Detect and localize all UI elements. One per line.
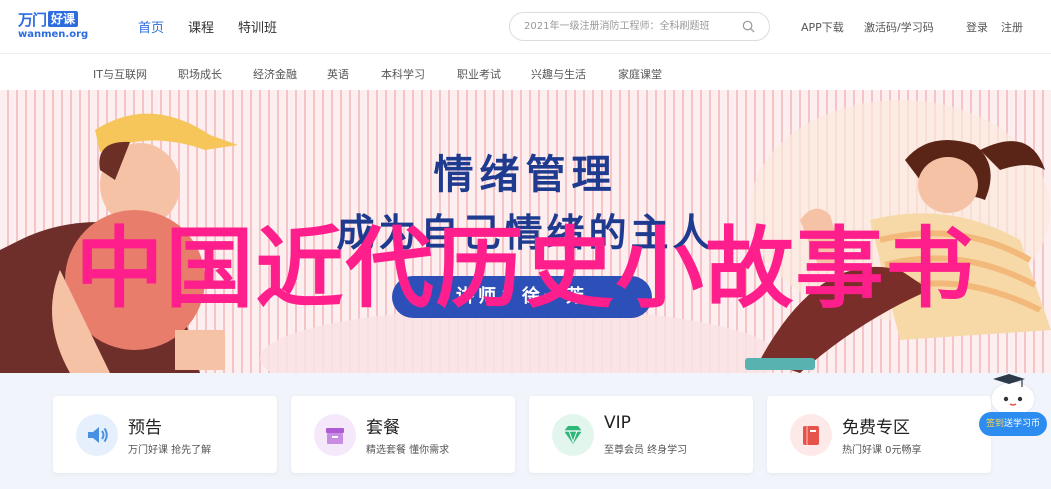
top-header: 万门 好课 wanmen.org 首页 课程 特训班 APP下载 激活码/学习码…: [0, 0, 1051, 54]
card-icon-wrap: [552, 414, 594, 456]
card-icon-wrap: [76, 414, 118, 456]
banner-title: 情绪管理: [433, 152, 618, 198]
search-box: [509, 12, 770, 41]
login-link[interactable]: 登录: [966, 19, 988, 35]
nav-courses[interactable]: 课程: [188, 17, 214, 36]
signin-button[interactable]: 签到送学习币: [979, 412, 1047, 436]
activation-code-link[interactable]: 激活码/学习码: [864, 19, 934, 35]
app-download-link[interactable]: APP下载: [801, 19, 844, 35]
card-title: 预告: [128, 418, 162, 438]
nav-home[interactable]: 首页: [138, 17, 164, 36]
logo-brand-text: 万门: [18, 10, 47, 29]
category-finance[interactable]: 经济金融: [253, 66, 297, 82]
category-bar: IT与互联网 职场成长 经济金融 英语 本科学习 职业考试 兴趣与生活 家庭课堂: [0, 55, 1051, 90]
nav-training[interactable]: 特训班: [238, 17, 277, 36]
diamond-icon: [564, 426, 582, 444]
category-english[interactable]: 英语: [327, 66, 349, 82]
hero-banner[interactable]: 情绪管理 成为自己情绪的主人 讲师：徐一芳 中国近代历史小故事书: [0, 90, 1051, 373]
main-nav: 首页 课程 特训班: [138, 17, 277, 36]
overlay-title: 中国近代历史小故事书: [75, 217, 976, 320]
basket-icon: [326, 428, 344, 444]
search-icon[interactable]: [742, 20, 755, 33]
category-career[interactable]: 职场成长: [178, 66, 222, 82]
category-undergrad[interactable]: 本科学习: [381, 66, 425, 82]
search-input[interactable]: [524, 18, 734, 35]
speaker-icon: [88, 427, 108, 443]
card-icon-wrap: [314, 414, 356, 456]
card-desc: 精选套餐 懂你需求: [366, 445, 450, 456]
card-free[interactable]: 免费专区 热门好课 0元畅享: [767, 396, 991, 473]
card-icon-wrap: [790, 414, 832, 456]
site-logo[interactable]: 万门 好课 wanmen.org: [18, 10, 88, 42]
register-link[interactable]: 注册: [1001, 19, 1023, 35]
card-vip[interactable]: VIP 至尊会员 终身学习: [529, 396, 753, 473]
category-family[interactable]: 家庭课堂: [618, 66, 662, 82]
book-icon: [803, 426, 819, 445]
card-bundle[interactable]: 套餐 精选套餐 懂你需求: [291, 396, 515, 473]
signin-float-badge[interactable]: 签到送学习币: [979, 371, 1047, 437]
category-it[interactable]: IT与互联网: [93, 66, 147, 82]
card-desc: 万门好课 抢先了解: [128, 445, 212, 456]
signin-label-b: 送学习币: [1004, 419, 1041, 429]
logo-domain: wanmen.org: [18, 29, 89, 40]
signin-label-a: 签到: [985, 419, 1004, 429]
logo-badge-text: 好课: [48, 11, 79, 27]
card-title: 套餐: [366, 418, 400, 438]
card-preview[interactable]: 预告 万门好课 抢先了解: [53, 396, 277, 473]
category-exam[interactable]: 职业考试: [457, 66, 501, 82]
card-desc: 热门好课 0元畅享: [842, 445, 922, 456]
card-title: 免费专区: [842, 418, 910, 438]
card-title: VIP: [604, 413, 631, 433]
mascot-icon: [990, 374, 1036, 417]
category-hobby[interactable]: 兴趣与生活: [531, 66, 586, 82]
feature-cards-area: 预告 万门好课 抢先了解 套餐 精选套餐 懂你需求 VIP 至尊会员 终身学习: [0, 373, 1051, 489]
card-desc: 至尊会员 终身学习: [604, 445, 688, 456]
